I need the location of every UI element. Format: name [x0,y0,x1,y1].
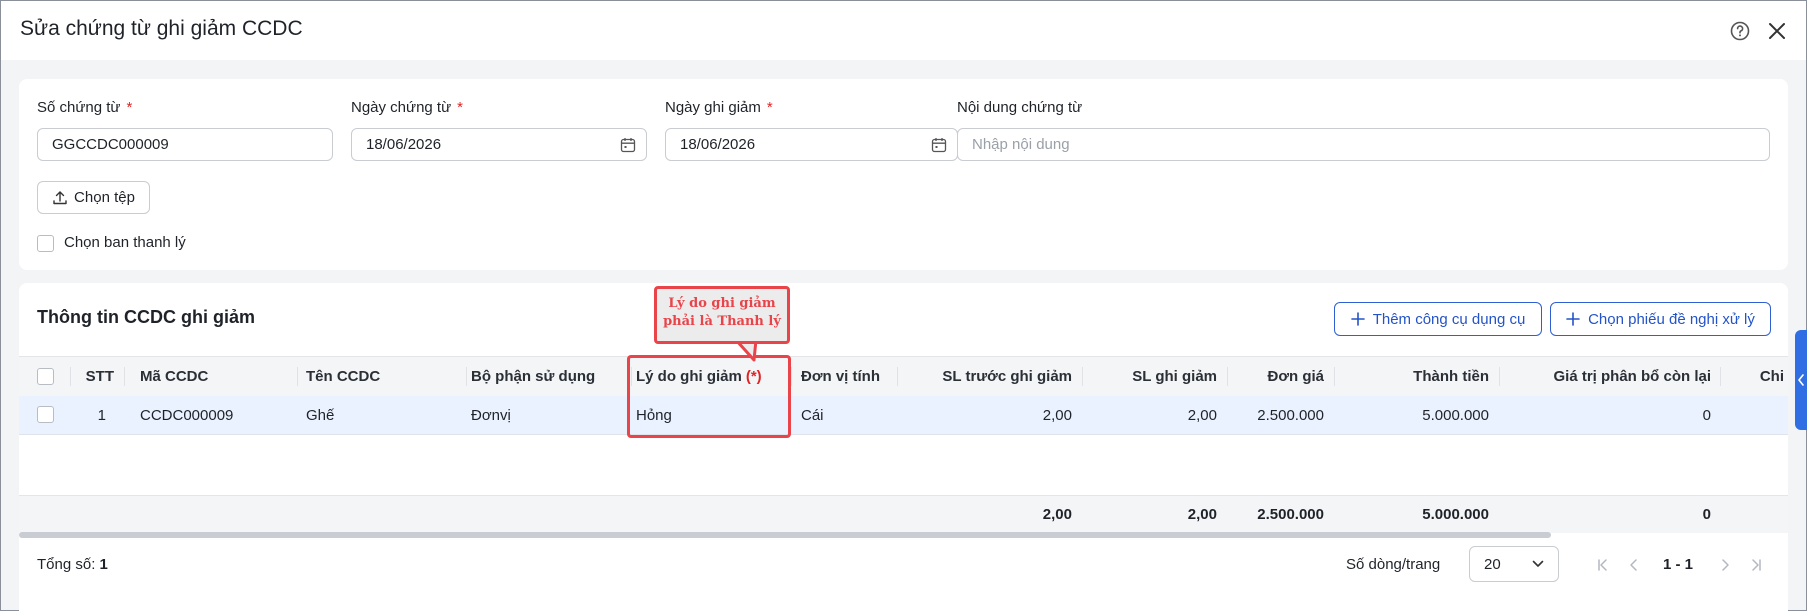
noi-dung-label: Nội dung chứng từ [957,99,1083,116]
annotation-callout: Lý do ghi giảm phải là Thanh lý [654,286,790,344]
column-divider [897,367,898,386]
so-chung-tu-label: Số chứng từ * [37,99,133,116]
horizontal-scrollbar[interactable] [19,532,1551,538]
ngay-ghi-giam-input[interactable]: 18/06/2026 [665,128,958,161]
total-thanh-tien: 5.000.000 [1422,506,1489,523]
col-bo-phan[interactable]: Bộ phận sử dụng [471,357,631,396]
ngay-chung-tu-value: 18/06/2026 [366,136,442,153]
form-card: Số chứng từ * GGCCDC000009 Ngày chứng từ *… [19,79,1788,270]
first-page-icon[interactable] [1593,555,1613,575]
col-sl-truoc[interactable]: SL trước ghi giảm [899,357,1072,396]
prev-page-icon[interactable] [1624,555,1644,575]
calendar-icon[interactable] [620,137,636,153]
noi-dung-input[interactable]: Nhập nội dung [957,128,1770,161]
choose-file-label: Chọn tệp [74,189,135,206]
select-request-label: Chọn phiếu đề nghị xử lý [1588,310,1755,328]
cell-sl-ghi-giam: 2,00 [1187,406,1217,424]
plus-icon [1566,312,1580,326]
cell-thanh-tien: 5.000.000 [1422,406,1489,424]
total-count: Tổng số: 1 [37,556,108,573]
next-page-icon[interactable] [1715,555,1735,575]
chevron-down-icon [1532,560,1544,567]
col-chi[interactable]: Chi [1722,357,1784,396]
total-sl-ghi-giam: 2,00 [1187,506,1217,523]
select-all-checkbox[interactable] [37,368,54,385]
last-page-icon[interactable] [1746,555,1766,575]
cell-stt: 1 [97,406,106,424]
ngay-chung-tu-label: Ngày chứng từ * [351,99,463,116]
column-divider [1334,367,1335,386]
annotation-line-2: phải là Thanh lý [663,314,781,329]
col-ma-ccdc[interactable]: Mã CCDC [140,357,260,396]
column-divider [1082,367,1083,386]
add-tool-button[interactable]: Thêm công cụ dụng cụ [1334,302,1542,336]
cell-gia-tri-con-lai: 0 [1702,406,1711,424]
rows-per-page-value: 20 [1484,555,1501,573]
col-dvt[interactable]: Đơn vị tính [801,357,911,396]
column-divider [124,367,125,386]
col-stt[interactable]: STT [71,357,114,396]
cell-ten-ccdc: Ghế [306,406,335,424]
column-divider [1227,367,1228,386]
plus-icon [1350,312,1365,326]
ban-thanh-ly-checkbox[interactable] [37,235,54,252]
table-row[interactable]: 1 CCDC000009 Ghế Đơnvị Hỏng Cái 2,00 2,0… [19,396,1788,435]
cell-bo-phan: Đơnvị [471,406,511,424]
col-gia-tri-con-lai[interactable]: Giá trị phân bổ còn lại [1501,357,1711,396]
annotation-line-1: Lý do ghi giảm [668,296,776,311]
cell-don-gia: 2.500.000 [1257,406,1324,424]
select-request-button[interactable]: Chọn phiếu đề nghị xử lý [1550,302,1771,336]
page-range: 1 - 1 [1663,556,1694,573]
table-header: STT Mã CCDC Tên CCDC Bộ phận sử dụng Lý … [19,356,1788,397]
annotation-highlight-box [627,355,791,438]
total-don-gia: 2.500.000 [1257,506,1324,523]
close-icon[interactable] [1765,19,1789,43]
grid-card: Thông tin CCDC ghi giảm Thêm công cụ dụn… [19,283,1788,611]
rows-per-page-label: Số dòng/trang [1346,556,1441,573]
grid-title: Thông tin CCDC ghi giảm [37,307,255,327]
col-don-gia[interactable]: Đơn giá [1229,357,1325,396]
cell-ma-ccdc: CCDC000009 [140,406,234,424]
chevron-left-icon [1798,374,1804,386]
ngay-ghi-giam-label: Ngày ghi giảm * [665,99,773,116]
ban-thanh-ly-label: Chọn ban thanh lý [64,234,186,251]
column-divider [791,367,792,386]
column-divider [1720,367,1721,386]
cell-sl-truoc: 2,00 [1042,406,1072,424]
dialog-title: Sửa chứng từ ghi giảm CCDC [20,17,303,40]
column-divider [1499,367,1500,386]
dialog-header: Sửa chứng từ ghi giảm CCDC [1,1,1806,60]
col-ten-ccdc[interactable]: Tên CCDC [306,357,446,396]
side-panel-toggle[interactable] [1795,330,1807,430]
table-total-row: 2,00 2,00 2.500.000 5.000.000 0 [19,495,1788,533]
choose-file-button[interactable]: Chọn tệp [37,181,150,214]
row-checkbox[interactable] [37,406,54,423]
col-thanh-tien[interactable]: Thành tiền [1336,357,1489,396]
rows-per-page-select[interactable]: 20 [1469,546,1559,582]
total-sl-truoc: 2,00 [1042,506,1072,523]
so-chung-tu-input[interactable]: GGCCDC000009 [37,128,333,161]
upload-icon [53,190,67,204]
add-tool-label: Thêm công cụ dụng cụ [1372,310,1526,328]
col-sl-ghi-giam[interactable]: SL ghi giảm [1084,357,1217,396]
column-divider [466,367,467,386]
total-gia-tri-con-lai: 0 [1702,506,1711,523]
calendar-icon[interactable] [931,137,947,153]
column-divider [297,367,298,386]
ngay-chung-tu-input[interactable]: 18/06/2026 [351,128,647,161]
cell-dvt: Cái [801,406,824,424]
ngay-ghi-giam-value: 18/06/2026 [680,136,756,153]
question-circle-icon[interactable] [1730,21,1750,41]
